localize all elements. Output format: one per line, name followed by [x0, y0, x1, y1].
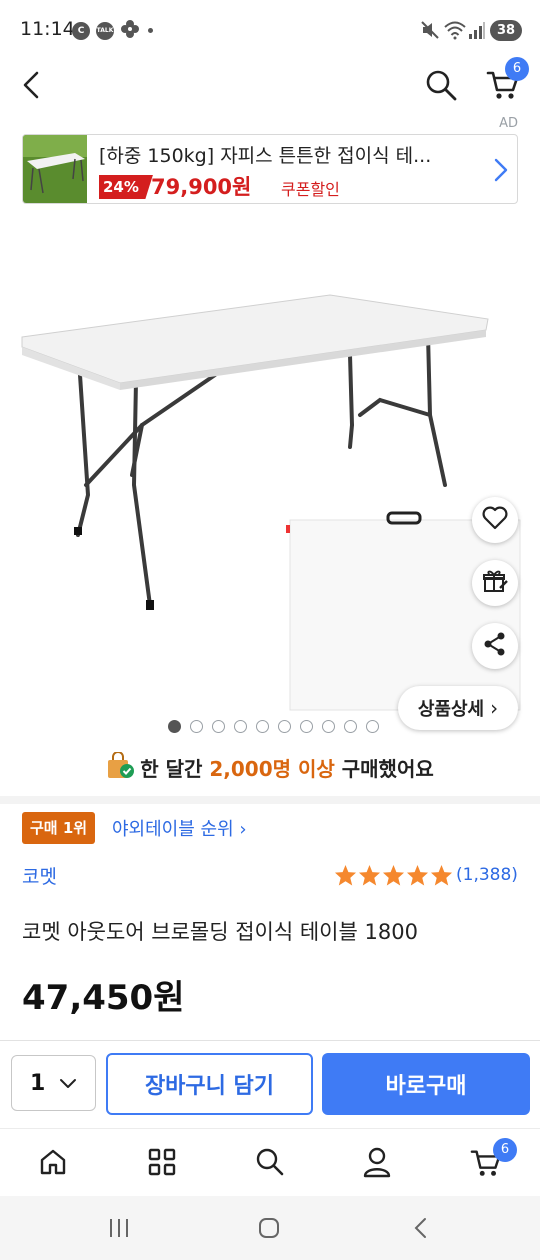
carousel-dot[interactable]	[322, 720, 335, 733]
signal-icon	[468, 20, 486, 44]
shopping-bag-check-icon	[106, 751, 136, 785]
ad-thumbnail	[23, 135, 87, 203]
carousel-dot[interactable]	[366, 720, 379, 733]
star-icon	[430, 864, 453, 886]
chevron-right-icon	[493, 157, 509, 187]
ad-label: AD	[499, 116, 518, 131]
carousel-dot[interactable]	[168, 720, 181, 733]
brand-link[interactable]: 코멧	[22, 862, 57, 889]
star-icon	[382, 864, 405, 886]
system-nav-bar	[0, 1196, 540, 1260]
chevron-right-icon: ›	[490, 696, 499, 720]
chevron-right-icon: ›	[239, 819, 247, 840]
purchase-count-note: 한 달간 2,000명 이상 구매했어요	[0, 751, 540, 785]
quantity-value: 1	[30, 1070, 46, 1096]
bottom-tab-bar: 6	[0, 1128, 540, 1196]
battery-indicator: 38	[490, 20, 522, 41]
star-icon	[406, 864, 429, 886]
search-icon[interactable]	[424, 68, 458, 106]
buy-now-button[interactable]: 바로구매	[322, 1053, 530, 1115]
carousel-dot[interactable]	[278, 720, 291, 733]
carousel-dot[interactable]	[212, 720, 225, 733]
ad-price: 79,900원	[151, 175, 252, 199]
share-button[interactable]	[472, 623, 518, 669]
c-icon: C	[72, 22, 90, 40]
carousel-dot[interactable]	[256, 720, 269, 733]
my-account-icon[interactable]	[362, 1146, 392, 1182]
search-icon[interactable]	[255, 1147, 285, 1181]
category-grid-icon[interactable]	[147, 1147, 177, 1181]
product-title: 코멧 아웃도어 브로몰딩 접이식 테이블 1800	[22, 920, 418, 944]
ad-title: [하중 150kg] 자피스 튼튼한 접이식 테...	[99, 145, 432, 167]
carousel-dot[interactable]	[234, 720, 247, 733]
product-image[interactable]	[0, 215, 540, 735]
pinwheel-icon	[120, 19, 140, 43]
section-divider	[0, 796, 540, 804]
purchase-note-suffix: 구매했어요	[334, 757, 434, 781]
home-icon[interactable]	[38, 1147, 68, 1181]
heart-icon	[482, 506, 508, 534]
product-detail-label: 상품상세	[417, 699, 485, 720]
image-carousel-dots	[168, 720, 379, 733]
category-rank-label: 야외테이블 순위	[112, 819, 234, 840]
status-bar: 11:14 C TALK 38	[0, 0, 540, 60]
add-to-cart-button[interactable]: 장바구니 담기	[106, 1053, 313, 1115]
product-price: 47,450원	[22, 978, 185, 1018]
wishlist-button[interactable]	[472, 497, 518, 543]
mute-icon	[420, 20, 440, 44]
ad-coupon-label: 쿠폰할인	[281, 180, 340, 199]
product-detail-button[interactable]: 상품상세 ›	[398, 686, 518, 730]
purchase-bar: 1 장바구니 담기 바로구매	[0, 1040, 540, 1126]
rating-stars[interactable]	[334, 864, 453, 886]
star-icon	[334, 864, 357, 886]
back-icon[interactable]	[20, 70, 44, 104]
wifi-icon	[444, 20, 466, 44]
category-rank-link[interactable]: 야외테이블 순위 ›	[112, 815, 247, 841]
gift-icon	[482, 568, 508, 598]
rank-badge: 구매 1위	[22, 812, 96, 844]
chevron-down-icon	[59, 1071, 77, 1096]
purchase-note-prefix: 한 달간	[140, 757, 210, 781]
cart-count-badge: 6	[505, 57, 529, 81]
quantity-select[interactable]: 1	[11, 1055, 96, 1111]
carousel-dot[interactable]	[344, 720, 357, 733]
status-time: 11:14	[20, 18, 75, 40]
share-icon	[482, 631, 508, 661]
ad-banner[interactable]: [하중 150kg] 자피스 튼튼한 접이식 테... 24% 79,900원 …	[22, 134, 518, 204]
carousel-dot[interactable]	[300, 720, 313, 733]
purchase-note-highlight: 2,000명 이상	[209, 757, 335, 781]
back-nav-icon[interactable]	[412, 1217, 428, 1243]
ad-discount-badge: 24%	[99, 175, 153, 199]
review-count[interactable]: (1,388)	[456, 865, 518, 885]
carousel-dot[interactable]	[190, 720, 203, 733]
home-nav-icon[interactable]	[258, 1217, 280, 1243]
gift-button[interactable]	[472, 560, 518, 606]
cart-count-badge: 6	[493, 1138, 517, 1162]
recent-apps-icon[interactable]	[108, 1218, 130, 1242]
top-nav: 6	[0, 57, 540, 110]
star-icon	[358, 864, 381, 886]
talk-icon: TALK	[96, 22, 114, 40]
more-notifications-dot	[148, 28, 153, 33]
